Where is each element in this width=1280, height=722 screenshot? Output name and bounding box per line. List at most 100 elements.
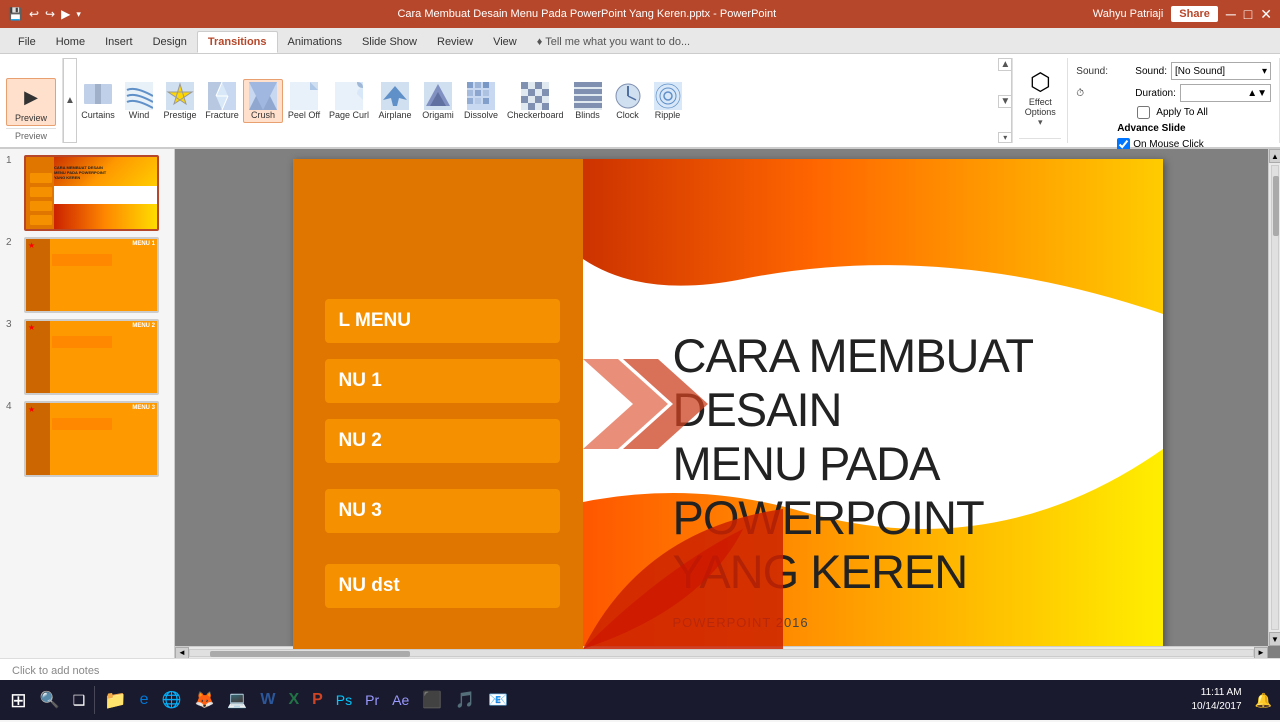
slide-red-swoosh: [583, 449, 783, 649]
taskbar-photoshop[interactable]: Ps: [330, 682, 358, 718]
taskbar-powerpoint[interactable]: P: [306, 682, 329, 718]
sound-label: Sound:: [1076, 66, 1131, 77]
transition-curtains[interactable]: Curtains: [77, 80, 119, 122]
vscroll-track[interactable]: [1271, 165, 1279, 630]
transition-airplane[interactable]: Airplane: [373, 80, 417, 122]
preview-button[interactable]: ▶ Preview: [6, 78, 56, 126]
tab-slideshow[interactable]: Slide Show: [352, 31, 427, 53]
peel-off-label: Peel Off: [288, 110, 320, 120]
taskbar-chrome[interactable]: 🌐: [156, 682, 188, 718]
slide-image-3[interactable]: MENU 2 ★: [24, 319, 159, 395]
slide-thumb-3[interactable]: 3 MENU 2 ★: [6, 319, 161, 395]
transition-wind[interactable]: Wind: [119, 80, 159, 122]
peel-off-icon: [290, 82, 318, 110]
transition-fracture[interactable]: Fracture: [201, 80, 243, 122]
tab-home[interactable]: Home: [46, 31, 95, 53]
sound-dropdown[interactable]: [No Sound] ▾: [1171, 62, 1271, 80]
quick-access-toolbar[interactable]: 💾 ↩ ↪ ▶ ▾: [8, 7, 81, 21]
effect-options-button[interactable]: ⬡ Effect Options ▾: [1021, 64, 1060, 132]
search-button[interactable]: 🔍: [34, 682, 66, 718]
minimize-button[interactable]: ─: [1226, 6, 1236, 22]
taskbar-ie[interactable]: 💻: [221, 682, 253, 718]
tab-view[interactable]: View: [483, 31, 527, 53]
transition-peel-off[interactable]: Peel Off: [283, 80, 325, 122]
transition-clock[interactable]: Clock: [608, 80, 648, 122]
tab-insert[interactable]: Insert: [95, 31, 143, 53]
taskbar-time: 11:11 AM: [1192, 686, 1242, 700]
start-presentation-button[interactable]: ▶: [61, 7, 70, 21]
user-area: Wahyu Patriaji Share ─ □ ✕: [1093, 6, 1272, 23]
slide-thumb-2[interactable]: 2 MENU 1 ★: [6, 237, 161, 313]
slide-canvas: L MENU NU 1 NU 2 NU 3 NU dst CARA MEMBUA…: [293, 159, 1163, 649]
slide-thumb-1[interactable]: 1 CARA MEMBUAT DESAINMENU PADA POWERPOIN…: [6, 155, 161, 231]
preview-section-label: Preview: [6, 128, 56, 141]
transition-prestige[interactable]: Prestige: [159, 80, 201, 122]
transition-crush[interactable]: Crush: [243, 79, 283, 123]
taskbar-mail[interactable]: 📧: [482, 682, 514, 718]
vscroll-down[interactable]: ▼: [1269, 632, 1280, 646]
taskbar-firefox[interactable]: 🦊: [189, 682, 221, 718]
redo-button[interactable]: ↪: [45, 7, 55, 21]
taskbar-edge[interactable]: e: [134, 682, 155, 718]
taskbar-premiere[interactable]: Pr: [359, 682, 385, 718]
checkerboard-icon: [521, 82, 549, 110]
clock-label: Clock: [616, 110, 639, 120]
transition-ripple[interactable]: Ripple: [648, 80, 688, 122]
tab-tell-me[interactable]: ♦ Tell me what you want to do...: [527, 31, 700, 53]
taskbar-word[interactable]: W: [254, 682, 281, 718]
slide-image-1[interactable]: CARA MEMBUAT DESAINMENU PADA POWERPOINTY…: [24, 155, 159, 231]
gallery-scroll-down[interactable]: ▼: [998, 95, 1012, 108]
tab-review[interactable]: Review: [427, 31, 483, 53]
slide-canvas-area: ▲ ▼: [175, 149, 1280, 658]
taskbar: ⊞ 🔍 ❑ 📁 e 🌐 🦊 💻 W X P Ps Pr Ae ⬛ 🎵 📧 11:…: [0, 680, 1280, 720]
transition-checkerboard[interactable]: Checkerboard: [503, 80, 568, 122]
transition-origami[interactable]: Origami: [417, 80, 459, 122]
notification-area[interactable]: 🔔: [1251, 692, 1276, 709]
title-bar: 💾 ↩ ↪ ▶ ▾ Cara Membuat Desain Menu Pada …: [0, 0, 1280, 28]
vscroll-up[interactable]: ▲: [1269, 149, 1280, 163]
share-button[interactable]: Share: [1171, 6, 1218, 22]
quick-access-dropdown[interactable]: ▾: [76, 9, 81, 20]
slide-menu-item-1: NU 1: [325, 359, 560, 403]
gallery-more[interactable]: ▾: [998, 132, 1012, 143]
ribbon-section-effect-options: ⬡ Effect Options ▾: [1013, 58, 1068, 143]
hscroll-right[interactable]: ►: [1254, 647, 1268, 659]
checkerboard-label: Checkerboard: [507, 110, 564, 120]
taskbar-aftereffects[interactable]: Ae: [386, 682, 415, 718]
effect-options-icon: ⬡: [1030, 68, 1051, 97]
maximize-button[interactable]: □: [1244, 6, 1252, 22]
hscroll-track[interactable]: [189, 649, 1254, 657]
undo-button[interactable]: ↩: [29, 7, 39, 21]
slide-image-2[interactable]: MENU 1 ★: [24, 237, 159, 313]
notes-area[interactable]: Click to add notes: [0, 658, 1280, 682]
duration-input[interactable]: ▲▼: [1180, 84, 1271, 102]
task-view-button[interactable]: ❑: [67, 682, 92, 718]
transition-page-curl[interactable]: Page Curl: [325, 80, 373, 122]
vertical-scrollbar[interactable]: ▲ ▼: [1268, 149, 1280, 646]
transition-dissolve[interactable]: Dissolve: [459, 80, 503, 122]
hscroll-thumb[interactable]: [210, 651, 410, 657]
tab-transitions[interactable]: Transitions: [197, 31, 278, 53]
taskbar-app2[interactable]: 🎵: [449, 682, 481, 718]
scroll-up-button[interactable]: ▲: [63, 58, 77, 143]
apply-all-checkbox[interactable]: [1137, 106, 1150, 119]
sound-label-text: Sound:: [1135, 66, 1167, 77]
slide-thumb-4[interactable]: 4 MENU 3 ★: [6, 401, 161, 477]
slide-image-4[interactable]: MENU 3 ★: [24, 401, 159, 477]
taskbar-excel[interactable]: X: [282, 682, 305, 718]
start-button[interactable]: ⊞: [4, 682, 33, 718]
close-button[interactable]: ✕: [1260, 6, 1272, 23]
tab-animations[interactable]: Animations: [278, 31, 352, 53]
vscroll-thumb[interactable]: [1273, 176, 1279, 236]
gallery-scroll-up[interactable]: ▲: [998, 58, 1012, 71]
hscroll-left[interactable]: ◄: [175, 647, 189, 659]
slide-menu-item-2: NU 2: [325, 419, 560, 463]
tab-design[interactable]: Design: [143, 31, 197, 53]
tab-file[interactable]: File: [8, 31, 46, 53]
taskbar-file-explorer[interactable]: 📁: [98, 682, 132, 718]
preview-label: Preview: [15, 113, 47, 123]
fracture-icon: [208, 82, 236, 110]
save-button[interactable]: 💾: [8, 7, 23, 21]
transition-blinds[interactable]: Blinds: [568, 80, 608, 122]
taskbar-app1[interactable]: ⬛: [416, 682, 448, 718]
